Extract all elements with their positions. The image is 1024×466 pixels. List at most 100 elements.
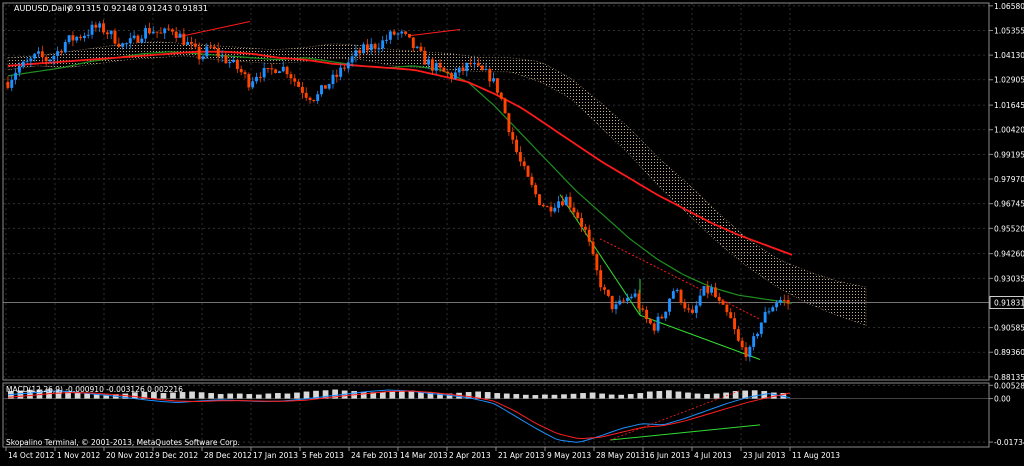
candle-body (717, 296, 721, 301)
candle-body (694, 305, 698, 313)
candle-body (285, 66, 289, 75)
macd-histogram-bar (589, 392, 596, 399)
candle-body (710, 287, 714, 293)
candle-body (469, 62, 473, 65)
candle-body (698, 295, 702, 306)
candle-body (511, 132, 515, 140)
candle-body (400, 31, 404, 34)
candle-body (86, 34, 90, 36)
candle-body (388, 31, 392, 40)
candle-body (258, 76, 262, 78)
candle-body (752, 336, 756, 347)
candle-body (132, 35, 136, 39)
macd-histogram-bar (694, 393, 701, 399)
macd-histogram-bar (646, 391, 653, 399)
candle-body (350, 56, 354, 63)
macd-histogram-bar (513, 394, 520, 399)
x-tick-label: 28 Dec 2012 (204, 451, 252, 460)
macd-histogram-bar (627, 394, 634, 399)
macd-histogram-bar (389, 391, 396, 399)
macd-histogram-bar (685, 392, 691, 399)
macd-histogram-bar (608, 394, 615, 399)
candle-body (182, 33, 186, 45)
candle-body (522, 161, 526, 167)
candle-body (102, 23, 105, 33)
candle-body (293, 78, 297, 82)
candle-body (465, 62, 469, 71)
candle-body (756, 333, 759, 337)
candle-body (599, 270, 603, 288)
candle-body (193, 43, 197, 47)
candle-body (327, 84, 331, 89)
candle-body (52, 55, 56, 60)
candle-body (583, 226, 587, 230)
macd-histogram-bar (751, 390, 758, 399)
macd-histogram-bar (275, 393, 281, 399)
candle-body (29, 58, 33, 62)
candle-body (339, 67, 343, 77)
candle-body (82, 35, 86, 39)
candle-body (476, 62, 480, 66)
candle-body (228, 62, 232, 64)
candle-body (308, 97, 312, 100)
candle-body (373, 43, 377, 49)
candle-body (763, 311, 767, 323)
candle-body (67, 35, 71, 43)
candle-body (622, 300, 626, 302)
candle-body (457, 67, 461, 73)
candle-body (147, 28, 151, 34)
candle-body (216, 48, 220, 57)
candle (702, 285, 706, 297)
candle-body (369, 43, 373, 51)
candle-body (453, 72, 457, 79)
macd-histogram-bar (618, 394, 625, 399)
candle-body (205, 46, 209, 57)
candle-body (63, 42, 67, 53)
candle-body (243, 72, 247, 75)
candle-body (159, 32, 163, 34)
price-chart[interactable]: 1.06580 1.05355 1.04130 1.02905 1.01645 1.004… (0, 0, 1024, 462)
candle-body (109, 30, 113, 35)
candle-body (235, 59, 239, 70)
candle-body (335, 74, 339, 77)
macd-histogram-bar (189, 391, 195, 399)
candle-body (289, 74, 293, 79)
candle-body (786, 300, 790, 304)
candle-body (434, 63, 438, 71)
candle-body (232, 59, 236, 63)
macd-histogram-bar (656, 391, 663, 399)
candle-body (186, 41, 190, 45)
candle-body (759, 322, 763, 334)
macd-histogram-bar (704, 394, 710, 399)
candle-body (415, 46, 419, 48)
candle-body (461, 67, 465, 71)
candle-body (121, 43, 125, 47)
candle-body (580, 218, 584, 227)
candle-body (652, 323, 656, 331)
candle-body (557, 201, 561, 208)
candle-body (587, 229, 591, 242)
candle-body (503, 98, 507, 114)
candle-body (648, 319, 652, 324)
x-tick-label: 14 Oct 2012 (8, 451, 55, 460)
x-tick-label: 5 Feb 2013 (302, 451, 344, 460)
macd-histogram-bar (675, 391, 682, 399)
macd-histogram-bar (503, 393, 510, 399)
candle-body (377, 48, 381, 50)
candle-body (614, 304, 618, 310)
macd-histogram-bar (208, 393, 214, 399)
candle-body (423, 50, 427, 65)
candle-body (591, 241, 595, 255)
candle-body (446, 71, 450, 74)
candle-body (549, 206, 553, 212)
candle-body (151, 31, 155, 34)
candle-body (117, 43, 121, 47)
candle-body (197, 46, 201, 60)
candle-body (767, 311, 771, 313)
copyright-text: Skopalino Terminal, © 2001-2013, MetaQuo… (6, 438, 240, 447)
candle-body (365, 44, 369, 51)
x-tick-label: 9 May 2013 (547, 451, 591, 460)
candle-body (427, 59, 431, 65)
candle-body (530, 176, 534, 185)
candle-body (354, 50, 358, 57)
